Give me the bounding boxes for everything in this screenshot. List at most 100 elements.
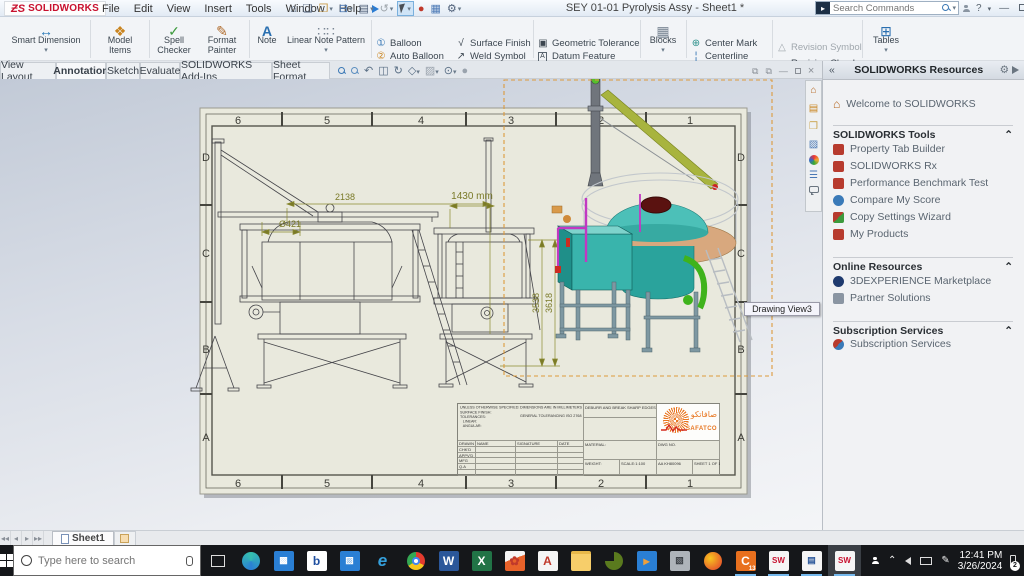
chrome-icon[interactable] xyxy=(399,545,432,576)
previous-view-icon[interactable]: ↶ xyxy=(364,64,373,77)
marketplace-link[interactable]: 3DEXPERIENCE Marketplace xyxy=(833,275,991,287)
model-items-button[interactable]: ❖ ModelItems xyxy=(93,19,147,59)
media-app-icon[interactable]: ▸ xyxy=(630,545,663,576)
internet-explorer-icon[interactable]: e xyxy=(366,545,399,576)
solidworks-app-icon[interactable]: SW xyxy=(762,545,795,576)
center-mark-button[interactable]: ⊕Center Mark xyxy=(690,37,757,50)
blocks-button[interactable]: ▦ Blocks▾ xyxy=(643,19,683,59)
collapse-pane-icon[interactable]: « xyxy=(823,64,841,76)
taskbar-search-input[interactable] xyxy=(38,555,180,567)
geometric-tolerance-button[interactable]: ▣Geometric Tolerance xyxy=(537,37,639,50)
revision-symbol-button[interactable]: △Revision Symbol xyxy=(776,41,862,54)
taskbar-clock[interactable]: 12:41 PM 3/26/2024 xyxy=(958,550,1003,572)
linear-note-pattern-button[interactable]: ∷∷ Linear Note Pattern▾ xyxy=(283,19,369,59)
design-library-tab-icon[interactable]: ▤ xyxy=(809,101,818,116)
menu-file[interactable]: File xyxy=(95,2,127,16)
my-products-link[interactable]: My Products xyxy=(833,228,908,240)
prev-sheet-button[interactable]: ◂ xyxy=(11,531,22,545)
menu-view[interactable]: View xyxy=(160,2,198,16)
menu-edit[interactable]: Edit xyxy=(127,2,160,16)
login-icon[interactable] xyxy=(962,5,970,13)
hide-show-items-icon[interactable]: ⊙▾ xyxy=(444,64,457,77)
sheet1-tab[interactable]: Sheet1 xyxy=(52,531,114,545)
action-center-icon[interactable]: 2 xyxy=(1010,555,1016,567)
minimize-button[interactable]: — xyxy=(997,3,1011,14)
compare-my-score-link[interactable]: Compare My Score xyxy=(833,194,940,206)
collapse-section-icon[interactable]: ⌃ xyxy=(1004,325,1013,337)
welcome-link[interactable]: ⌂ Welcome to SOLIDWORKS xyxy=(833,97,976,111)
zoom-to-fit-icon[interactable] xyxy=(338,67,346,75)
doc-newwindow-icon[interactable]: ⧉ xyxy=(752,66,758,77)
partner-solutions-link[interactable]: Partner Solutions xyxy=(833,292,931,304)
section-solidworks-tools[interactable]: SOLIDWORKS Tools⌃ xyxy=(833,125,1013,141)
microphone-icon[interactable] xyxy=(186,556,193,566)
view-palette-tab-icon[interactable]: ▨ xyxy=(809,137,818,152)
collapse-section-icon[interactable]: ⌃ xyxy=(1004,129,1013,141)
help-dropdown-icon[interactable]: ▾ xyxy=(988,5,992,13)
tab-solidworks-addins[interactable]: SOLIDWORKS Add-Ins xyxy=(180,62,272,79)
save-button[interactable]: ⊟▾ xyxy=(337,1,355,16)
search-dropdown-icon[interactable]: ▾ xyxy=(950,4,958,12)
surface-finish-button[interactable]: √Surface Finish xyxy=(455,37,531,50)
doc-close-button[interactable]: × xyxy=(808,65,814,77)
edit-appearance-icon[interactable]: ● xyxy=(461,65,468,77)
custom-properties-tab-icon[interactable]: ☰ xyxy=(809,168,818,183)
appearances-tab-icon[interactable] xyxy=(809,155,819,165)
copy-settings-wizard-link[interactable]: Copy Settings Wizard xyxy=(833,211,951,223)
performance-benchmark-link[interactable]: Performance Benchmark Test xyxy=(833,177,988,189)
search-commands-input[interactable] xyxy=(830,3,942,14)
file-explorer-tab-icon[interactable]: ❒ xyxy=(809,119,818,134)
keyboard-tray-icon[interactable] xyxy=(920,557,932,565)
word-icon[interactable]: W xyxy=(432,545,465,576)
property-tab-builder-link[interactable]: Property Tab Builder xyxy=(833,143,945,155)
app-b-icon[interactable]: b xyxy=(300,545,333,576)
tables-button[interactable]: ⊞ Tables▾ xyxy=(866,19,906,59)
undo-button[interactable]: ↺▾ xyxy=(378,1,396,16)
spell-checker-button[interactable]: ✓ SpellChecker xyxy=(152,19,196,59)
open-button[interactable]: ❒▾ xyxy=(317,1,335,16)
subscription-services-link[interactable]: Subscription Services xyxy=(833,338,951,350)
people-tray-icon[interactable] xyxy=(871,557,879,565)
solidworks-active-icon[interactable]: SW xyxy=(828,545,861,576)
tab-view-layout[interactable]: View Layout xyxy=(0,62,56,79)
forum-tab-icon[interactable] xyxy=(809,186,819,193)
home-button[interactable]: ⌂ xyxy=(288,1,299,16)
doc-restore-button[interactable] xyxy=(795,66,801,76)
print-button[interactable]: ▤▾ xyxy=(357,1,376,16)
tab-evaluate[interactable]: Evaluate xyxy=(140,62,180,79)
photos-icon[interactable]: ▨ xyxy=(333,545,366,576)
resources-tab-icon[interactable]: ⌂ xyxy=(810,83,816,98)
hidden-icons-chevron[interactable]: ⌃ xyxy=(888,555,896,566)
first-sheet-button[interactable]: ◂◂ xyxy=(0,531,11,545)
search-icon[interactable] xyxy=(942,4,950,12)
restore-button[interactable] xyxy=(1017,3,1024,14)
menu-tools[interactable]: Tools xyxy=(239,2,279,16)
app-c13-icon[interactable]: C13 xyxy=(729,545,762,576)
file-properties-button[interactable]: ▦ xyxy=(428,1,442,16)
excel-icon[interactable]: X xyxy=(465,545,498,576)
rebuild-button[interactable]: ● xyxy=(416,1,427,16)
section-subscription-services[interactable]: Subscription Services⌃ xyxy=(833,321,1013,337)
collapse-section-icon[interactable]: ⌃ xyxy=(1004,261,1013,273)
zoom-to-area-icon[interactable] xyxy=(351,67,359,75)
command-search[interactable]: ▸ ▾ xyxy=(815,1,959,15)
document-app-icon[interactable]: ▤ xyxy=(795,545,828,576)
edge-icon[interactable] xyxy=(234,545,267,576)
autocad-icon[interactable]: A xyxy=(531,545,564,576)
last-sheet-button[interactable]: ▸▸ xyxy=(33,531,44,545)
marker-app-icon[interactable]: ✿ xyxy=(498,545,531,576)
balloon-button[interactable]: ①Balloon xyxy=(375,37,422,50)
format-painter-button[interactable]: ✎ FormatPainter xyxy=(198,19,246,59)
pen-tray-icon[interactable]: ✎ xyxy=(941,555,949,566)
tab-sketch[interactable]: Sketch xyxy=(106,62,140,79)
pane-pin-icon[interactable] xyxy=(1012,66,1019,74)
smart-dimension-button[interactable]: ↔ Smart Dimension▾ xyxy=(4,19,88,59)
section-online-resources[interactable]: Online Resources⌃ xyxy=(833,257,1013,273)
options-button[interactable]: ⚙▾ xyxy=(445,1,463,16)
add-sheet-tab[interactable] xyxy=(114,531,136,545)
pane-options-gear-icon[interactable]: ⚙ xyxy=(997,64,1012,76)
menu-insert[interactable]: Insert xyxy=(197,2,239,16)
taskbar-search[interactable] xyxy=(13,545,201,576)
printer-app-icon[interactable]: ▧ xyxy=(663,545,696,576)
store-icon[interactable]: ▩ xyxy=(267,545,300,576)
